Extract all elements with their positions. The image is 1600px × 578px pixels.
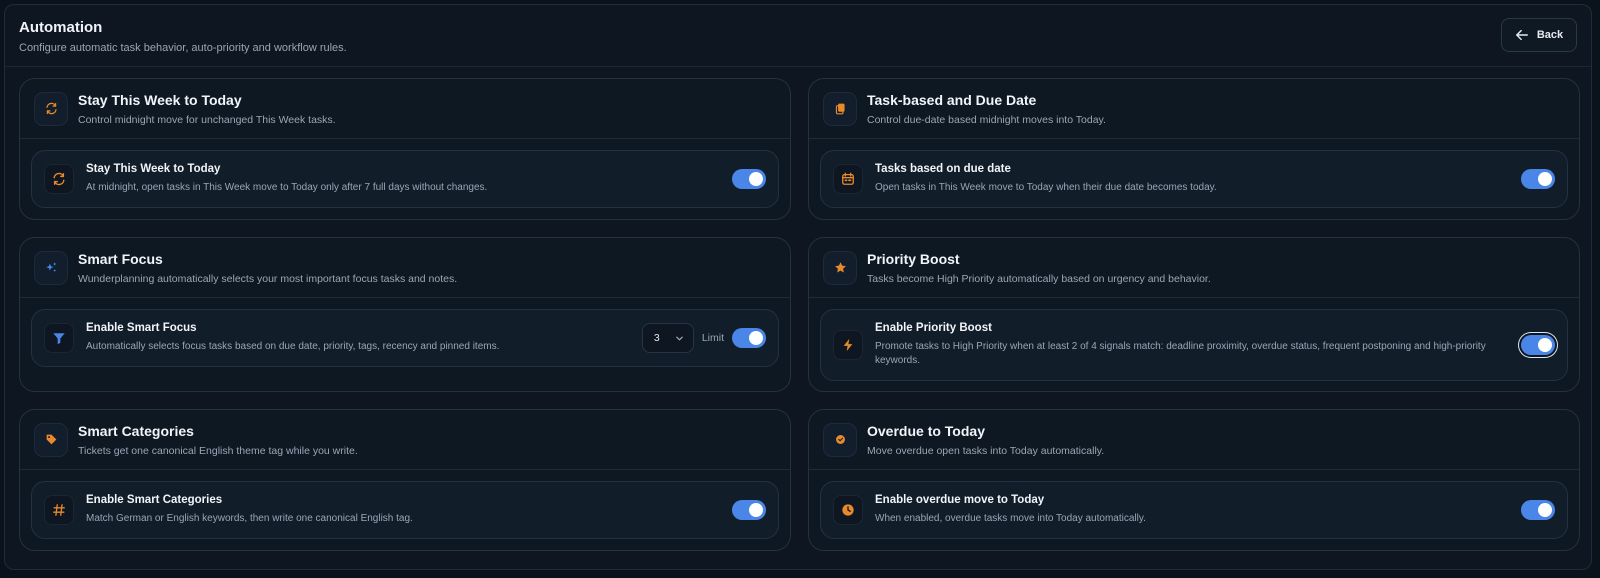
filter-icon [44,323,74,353]
setting-description: At midnight, open tasks in This Week mov… [86,182,488,193]
refresh-icon [34,91,68,126]
page-title: Automation [19,19,103,36]
bolt-icon [833,330,863,360]
card-subtitle: Control midnight move for unchanged This… [78,113,336,126]
settings-grid: Stay This Week to Today Control midnight… [19,78,1580,551]
card-title: Task-based and Due Date [867,91,1037,108]
setting-description: Automatically selects focus tasks based … [86,341,500,352]
smart-focus-toggle[interactable] [732,328,766,348]
card-subtitle: Control due-date based midnight moves in… [867,113,1106,126]
automation-panel: Automation Configure automatic task beha… [4,4,1592,570]
card-title: Priority Boost [867,250,960,267]
stay-this-week-toggle[interactable] [732,169,766,189]
card-title: Smart Categories [78,422,194,439]
setting-title: Enable overdue move to Today [875,494,1045,506]
due-date-toggle[interactable] [1521,169,1555,189]
setting-row: Enable Smart Categories Match German or … [31,481,779,539]
setting-row: Enable Priority Boost Promote tasks to H… [820,309,1568,381]
refresh-icon [44,164,74,194]
card-header: Smart Categories Tickets get one canonic… [20,410,790,470]
card-title: Smart Focus [78,250,163,267]
copy-icon [823,91,857,126]
card-priority-boost: Priority Boost Tasks become High Priorit… [808,237,1580,392]
back-button[interactable]: Back [1501,18,1577,52]
setting-description: Open tasks in This Week move to Today wh… [875,182,1217,193]
card-task-based-due-date: Task-based and Due Date Control due-date… [808,78,1580,220]
card-subtitle: Wunderplanning automatically selects you… [78,272,458,285]
back-button-label: Back [1536,29,1564,41]
setting-row: Enable overdue move to Today When enable… [820,481,1568,539]
setting-description: Match German or English keywords, then w… [86,513,413,524]
overdue-toggle[interactable] [1521,500,1555,520]
card-overdue-to-today: Overdue to Today Move overdue open tasks… [808,409,1580,551]
setting-title: Enable Smart Categories [86,494,223,506]
smart-categories-toggle[interactable] [732,500,766,520]
setting-title: Stay This Week to Today [86,163,221,175]
card-header: Priority Boost Tasks become High Priorit… [809,238,1579,298]
setting-row: Enable Smart Focus Automatically selects… [31,309,779,367]
setting-description: Promote tasks to High Priority when at l… [875,341,1486,366]
page-header: Automation Configure automatic task beha… [5,5,1591,67]
card-smart-categories: Smart Categories Tickets get one canonic… [19,409,791,551]
limit-label: Limit [701,332,724,344]
card-header: Overdue to Today Move overdue open tasks… [809,410,1579,470]
card-subtitle: Move overdue open tasks into Today autom… [867,444,1105,457]
priority-boost-toggle[interactable] [1521,335,1555,355]
setting-title: Enable Priority Boost [875,322,992,334]
focus-limit-value: 3 [653,332,660,344]
card-subtitle: Tasks become High Priority automatically… [867,272,1211,285]
setting-title: Tasks based on due date [875,163,1011,175]
card-header: Smart Focus Wunderplanning automatically… [20,238,790,298]
card-header: Stay This Week to Today Control midnight… [20,79,790,139]
card-smart-focus: Smart Focus Wunderplanning automatically… [19,237,791,392]
hash-icon [44,495,74,525]
setting-title: Enable Smart Focus [86,322,197,334]
focus-limit-select[interactable]: 3 [641,323,694,353]
arrow-left-icon [1515,29,1528,41]
setting-description: When enabled, overdue tasks move into To… [875,513,1146,524]
clock-icon [833,495,863,525]
focus-limit-control: 3 Limit [641,323,766,353]
sparkles-icon [34,250,68,285]
setting-row: Tasks based on due date Open tasks in Th… [820,150,1568,208]
tag-icon [34,422,68,457]
card-stay-this-week: Stay This Week to Today Control midnight… [19,78,791,220]
badge-icon [823,422,857,457]
card-title: Overdue to Today [867,422,985,439]
card-title: Stay This Week to Today [78,91,242,108]
card-subtitle: Tickets get one canonical English theme … [78,444,358,457]
star-icon [823,250,857,285]
calendar-icon [833,164,863,194]
page-subtitle: Configure automatic task behavior, auto-… [19,42,347,54]
card-header: Task-based and Due Date Control due-date… [809,79,1579,139]
chevron-down-icon [675,336,683,340]
setting-row: Stay This Week to Today At midnight, ope… [31,150,779,208]
